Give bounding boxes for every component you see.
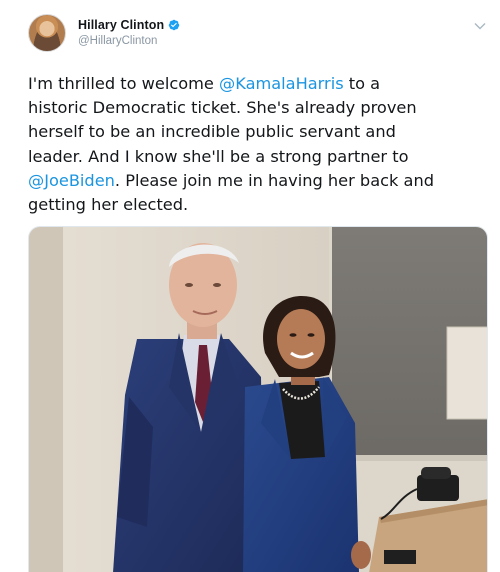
tweet-text: I'm thrilled to welcome @KamalaHarris to… [28, 72, 488, 217]
tweet-text-segment: herself to be an incredible public serva… [28, 122, 396, 142]
tweet-text-line: getting her elected. [28, 193, 488, 217]
tweet-text-segment: getting her elected. [28, 195, 189, 215]
tweet-text-segment: historic Democratic ticket. She's alread… [28, 98, 417, 118]
tweet-photo[interactable] [28, 226, 488, 572]
author-name-row: Hillary Clinton [78, 17, 180, 33]
tweet-text-segment: . Please join me in having her back and [114, 170, 434, 190]
tweet-text-line: @JoeBiden. Please join me in having her … [28, 169, 488, 193]
tweet-text-segment: leader. And I know she'll be a strong pa… [28, 146, 409, 166]
photo-image [29, 227, 487, 572]
tweet-text-line: historic Democratic ticket. She's alread… [28, 96, 488, 120]
chevron-down-icon[interactable] [474, 22, 486, 30]
tweet-text-line: herself to be an incredible public serva… [28, 120, 488, 144]
verified-badge-icon [168, 19, 180, 31]
tweet-text-segment: I'm thrilled to welcome [28, 74, 220, 93]
mention-link[interactable]: @KamalaHarris [219, 74, 344, 93]
mention-link[interactable]: @JoeBiden [28, 171, 115, 190]
tweet-text-line: I'm thrilled to welcome @KamalaHarris to… [28, 72, 488, 96]
tweet-text-line: leader. And I know she'll be a strong pa… [28, 145, 488, 169]
author-block: Hillary Clinton @HillaryClinton [78, 17, 180, 47]
tweet-text-segment: to a [343, 74, 381, 93]
avatar[interactable] [28, 14, 66, 52]
tweet-card: Hillary Clinton @HillaryClinton I'm thri… [0, 0, 500, 572]
author-handle[interactable]: @HillaryClinton [78, 35, 180, 47]
author-display-name[interactable]: Hillary Clinton [78, 18, 164, 32]
